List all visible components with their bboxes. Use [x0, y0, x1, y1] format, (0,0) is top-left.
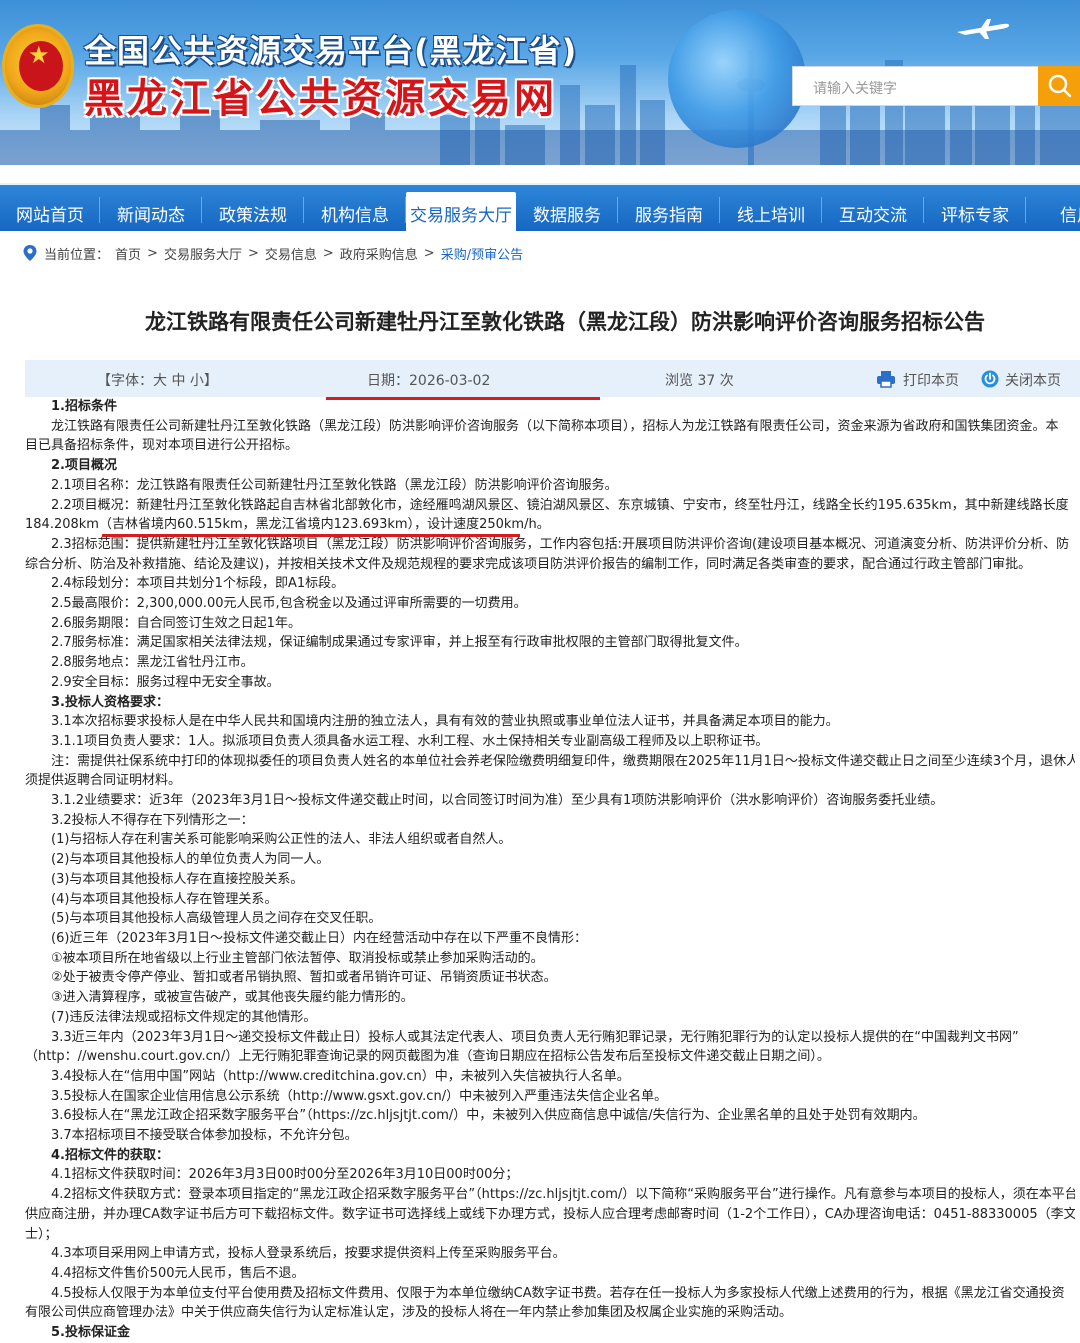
site-title-line2: 黑龙江省公共资源交易网	[84, 76, 557, 122]
power-icon[interactable]	[981, 370, 999, 388]
nav-item-policy[interactable]: 政策法规	[202, 185, 304, 231]
breadcrumb-separator: >	[247, 245, 259, 261]
paragraph-line: 有限公司供应商管理办法》中关于供应商失信行为认定标准认定，涉及的投标人将在一年内…	[25, 1305, 793, 1321]
paragraph-line: 2.4标段划分：本项目共划分1个标段，即A1标段。	[51, 576, 345, 592]
nav-item-news[interactable]: 新闻动态	[100, 185, 202, 231]
paragraph-line: 龙江铁路有限责任公司新建牡丹江至敦化铁路（黑龙江段）防洪影响评价咨询服务（以下简…	[51, 418, 1059, 434]
nav-item-trading-hall[interactable]: 交易服务大厅	[406, 192, 516, 231]
breadcrumb-separator: >	[423, 245, 435, 261]
paragraph-line: 2.2项目概况：新建牡丹江至敦化铁路起自吉林省北部敦化市，途经雁鸣湖风景区、镜泊…	[51, 497, 1069, 513]
airplane-icon	[957, 19, 1010, 39]
nav-item-experts[interactable]: 评标专家	[924, 185, 1026, 231]
paragraph-line: (5)与本项目其他投标人高级管理人员之间存在交叉任职。	[51, 911, 382, 927]
paragraph-line: ①被本项目所在地省级以上行业主管部门依法暂停、取消投标或禁止参加采购活动的。	[51, 950, 544, 966]
breadcrumb-current[interactable]: 采购/预审公告	[441, 244, 523, 263]
paragraph-line: 须提供返聘合同证明材料。	[25, 773, 182, 789]
breadcrumb-label: 当前位置：	[44, 247, 110, 263]
section-heading: 5.投标保证金	[51, 1325, 130, 1341]
nav-item-credit[interactable]: 信用	[1026, 185, 1080, 231]
paragraph-line: 供应商注册，并办理CA数字证书后方可下载招标文件。数字证书可选择线上或线下办理方…	[25, 1206, 1075, 1222]
article-info-bar: 【字体：大 中 小】 日期：2026-03-02 浏览 37 次 打印本页 关闭…	[25, 360, 1080, 397]
printer-icon[interactable]	[876, 370, 896, 388]
paragraph-line: 4.5投标人仅限于为本单位支付平台使用费及招标文件费用、仅限于为本单位缴纳CA数…	[51, 1285, 1065, 1301]
paragraph-line: ②处于被责令停产停业、暂扣或者吊销执照、暂扣或者吊销许可证、吊销资质证书状态。	[51, 970, 557, 986]
nav-item-home[interactable]: 网站首页	[0, 185, 100, 231]
paragraph-line: 2.5最高限价：2,300,000.00元人民币,包含税金以及通过评审所需要的一…	[51, 596, 527, 612]
paragraph-line: (7)违反法律法规或招标文件规定的其他情形。	[51, 1009, 317, 1025]
nav-item-training[interactable]: 线上培训	[720, 185, 822, 231]
article-body: 1.招标条件 龙江铁路有限责任公司新建牡丹江至敦化铁路（黑龙江段）防洪影响评价咨…	[25, 397, 1075, 1343]
paragraph-line: 综合分析、防治及补救措施、结论及建议)，并按相关技术文件及规范规程的要求完成该项…	[25, 556, 1032, 572]
nav-item-guide[interactable]: 服务指南	[618, 185, 720, 231]
paragraph-line: 士）；	[25, 1226, 58, 1242]
paragraph-line: (6)近三年（2023年3月1日～投标文件递交截止日）内在经营活动中存在以下严重…	[51, 930, 588, 946]
paragraph-line: (1)与招标人存在利害关系可能影响采购公正性的法人、非法人组织或者自然人。	[51, 832, 512, 848]
paragraph-line: 3.6投标人在“黑龙江政企招采数字服务平台”（https://zc.hljsjt…	[51, 1108, 926, 1124]
paragraph-line: 3.1.2业绩要求：近3年（2023年3月1日～投标文件递交截止时间，以合同签订…	[51, 793, 944, 809]
paragraph-line: 2.7服务标准：满足国家相关法律法规，保证编制成果通过专家评审，并上报至有行政审…	[51, 635, 748, 651]
breadcrumb-trading-info[interactable]: 交易信息	[265, 244, 317, 263]
paragraph-line: (2)与本项目其他投标人的单位负责人为同一人。	[51, 852, 330, 868]
section-heading: 3.投标人资格要求：	[51, 694, 169, 710]
site-banner: ★ 全国公共资源交易平台(黑龙江省) 黑龙江省公共资源交易网 请输入关键字	[0, 0, 1080, 165]
nav-item-interaction[interactable]: 互动交流	[822, 185, 924, 231]
paragraph-line: 4.3本项目采用网上申请方式，投标人登录系统后，按要求提供资料上传至采购服务平台…	[51, 1246, 566, 1262]
breadcrumb-separator: >	[147, 245, 158, 261]
close-page-button[interactable]: 关闭本页	[1005, 370, 1061, 390]
paragraph-line: 3.3近三年内（2023年3月1日～递交投标文件截止日）投标人或其法定代表人、项…	[51, 1029, 1019, 1045]
section-heading: 4.招标文件的获取：	[51, 1147, 169, 1163]
view-count: 浏览 37 次	[665, 373, 734, 389]
paragraph-line: 3.1.1项目负责人要求：1人。拟派项目负责人须具备水运工程、水利工程、水土保持…	[51, 733, 769, 749]
breadcrumb-trading-hall[interactable]: 交易服务大厅	[164, 244, 242, 263]
font-size-control[interactable]: 【字体：大 中 小】	[97, 370, 218, 390]
paragraph-line: 3.4投标人在“信用中国”网站（http://www.creditchina.g…	[51, 1068, 630, 1084]
main-nav: 网站首页 新闻动态 政策法规 机构信息 交易服务大厅 数据服务 服务指南 线上培…	[0, 183, 1080, 231]
paragraph-line: 4.2招标文件获取方式：登录本项目指定的“黑龙江政企招采数字服务平台”（http…	[51, 1187, 1075, 1203]
paragraph-line: 3.7本招标项目不接受联合体参加投标，不允许分包。	[51, 1128, 358, 1144]
paragraph-line: 2.3招标范围：提供新建牡丹江至敦化铁路项目（黑龙江段）防洪影响评价咨询服务，工…	[51, 536, 1070, 552]
breadcrumb: 当前位置： 首页 > 交易服务大厅 > 交易信息 > 政府采购信息 > 采购/预…	[22, 241, 523, 265]
paragraph-line: 3.5投标人在国家企业信用信息公示系统（http://www.gsxt.gov.…	[51, 1088, 668, 1104]
search-input[interactable]: 请输入关键字	[792, 66, 1038, 106]
paragraph-line: 2.8服务地点：黑龙江省牡丹江市。	[51, 655, 254, 671]
nav-item-data-service[interactable]: 数据服务	[516, 185, 618, 231]
paragraph-line: 3.1本次招标要求投标人是在中华人民共和国境内注册的独立法人，具有有效的营业执照…	[51, 714, 839, 730]
paragraph-line: 2.1项目名称：龙江铁路有限责任公司新建牡丹江至敦化铁路（黑龙江段）防洪影响评价…	[51, 477, 618, 493]
paragraph-line: 4.4招标文件售价500元人民币，售后不退。	[51, 1265, 305, 1281]
search-icon	[1048, 74, 1072, 98]
globe-graphic	[668, 10, 806, 148]
section-heading: 1.招标条件	[51, 399, 117, 414]
paragraph-line: 3.2投标人不得存在下列情形之一：	[51, 812, 254, 828]
paragraph-line: (4)与本项目其他投标人存在管理关系。	[51, 891, 278, 907]
paragraph-line: 注：需提供社保系统中打印的体现拟委任的项目负责人姓名的本单位社会养老保险缴费明细…	[51, 753, 1075, 769]
publish-date: 日期：2026-03-02	[367, 373, 491, 389]
breadcrumb-home[interactable]: 首页	[115, 244, 141, 263]
paragraph-line: 184.208km（吉林省境内60.515km，黑龙江省境内123.693km）…	[25, 517, 550, 533]
nav-item-institutions[interactable]: 机构信息	[304, 185, 406, 231]
paragraph-line: 2.6服务期限：自合同签订生效之日起1年。	[51, 615, 301, 631]
paragraph-line: 2.9安全目标：服务过程中无安全事故。	[51, 674, 280, 690]
national-emblem: ★	[2, 24, 74, 108]
section-heading: 2.项目概况	[51, 458, 117, 474]
breadcrumb-procurement-info[interactable]: 政府采购信息	[340, 244, 418, 263]
paragraph-line: ③进入清算程序，或被宣告破产，或其他丧失履约能力情形的。	[51, 990, 414, 1006]
paragraph-line: (3)与本项目其他投标人存在直接控股关系。	[51, 871, 304, 887]
paragraph-line: 4.1招标文件获取时间：2026年3月3日00时00分至2026年3月10日00…	[51, 1167, 519, 1183]
paragraph-line: （http：//wenshu.court.gov.cn/）上无行贿犯罪查询记录的…	[25, 1049, 830, 1065]
breadcrumb-separator: >	[322, 245, 334, 261]
print-page-button[interactable]: 打印本页	[903, 370, 959, 390]
paragraph-line: 目已具备招标条件，现对本项目进行公开招标。	[25, 438, 299, 454]
article-title: 龙江铁路有限责任公司新建牡丹江至敦化铁路（黑龙江段）防洪影响评价咨询服务招标公告	[145, 310, 985, 334]
search-button[interactable]	[1038, 66, 1080, 106]
location-pin-icon	[23, 245, 37, 261]
